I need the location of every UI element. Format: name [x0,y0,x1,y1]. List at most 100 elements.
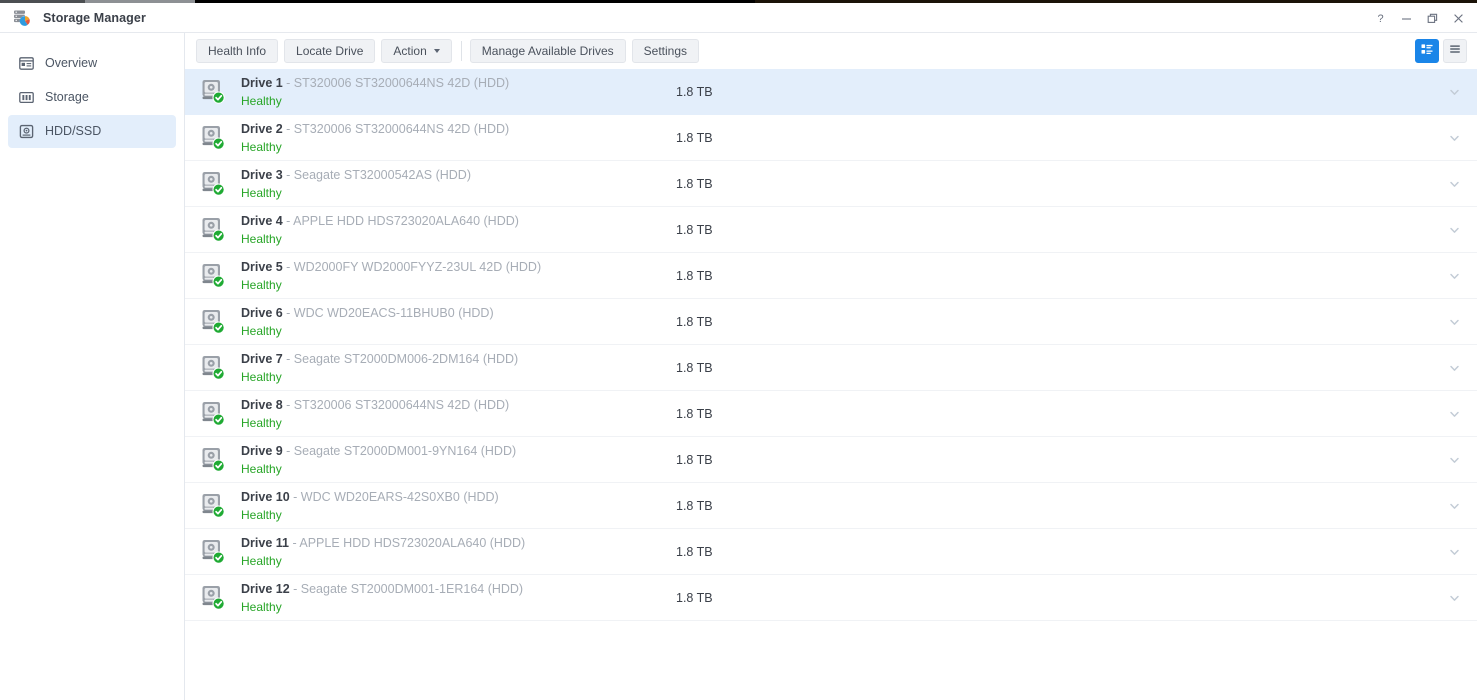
expand-row-chevron-down-icon[interactable] [1448,453,1461,466]
drive-status: Healthy [241,415,282,430]
drive-model: - ST320006 ST32000644NS 42D (HDD) [282,75,510,90]
drive-name: Drive 11 [241,535,289,550]
expand-row-chevron-down-icon[interactable] [1448,85,1461,98]
drive-list: Drive 1 - ST320006 ST32000644NS 42D (HDD… [185,69,1477,700]
expand-row-chevron-down-icon[interactable] [1448,591,1461,604]
expand-row-chevron-down-icon[interactable] [1448,361,1461,374]
view-toggle-group [1411,39,1467,63]
drive-info: Drive 5 - WD2000FY WD2000FYYZ-23UL 42D (… [241,259,676,293]
sidebar: Overview Storage HDD/SSD [0,33,185,700]
toolbar: Health Info Locate Drive Action Manage A… [185,33,1477,69]
drive-size: 1.8 TB [676,544,713,559]
drive-row-2[interactable]: Drive 2 - ST320006 ST32000644NS 42D (HDD… [185,115,1477,161]
expand-row-chevron-down-icon[interactable] [1448,223,1461,236]
close-button[interactable] [1445,5,1471,31]
storage-manager-window: Storage Manager ? Overview Storage HDD/S… [0,0,1477,700]
drive-health-icon [201,446,227,474]
drive-row-10[interactable]: Drive 10 - WDC WD20EARS-42S0XB0 (HDD) He… [185,483,1477,529]
drive-model: - Seagate ST32000542AS (HDD) [282,167,471,182]
drive-row-12[interactable]: Drive 12 - Seagate ST2000DM001-1ER164 (H… [185,575,1477,621]
title-bar: Storage Manager ? [0,3,1477,33]
drive-name: Drive 12 [241,581,290,596]
storage-icon [18,90,34,106]
drive-health-icon [201,400,227,428]
drive-model: - Seagate ST2000DM001-1ER164 (HDD) [289,581,524,596]
drive-name: Drive 7 [241,351,283,366]
drive-size: 1.8 TB [676,130,713,145]
drive-info: Drive 1 - ST320006 ST32000644NS 42D (HDD… [241,75,676,109]
drive-name: Drive 4 [241,213,283,228]
drive-status: Healthy [241,139,282,154]
drive-row-6[interactable]: Drive 6 - WDC WD20EACS-11BHUB0 (HDD) Hea… [185,299,1477,345]
drive-status: Healthy [241,553,282,568]
chevron-down-icon [433,49,440,53]
drive-row-4[interactable]: Drive 4 - APPLE HDD HDS723020ALA640 (HDD… [185,207,1477,253]
drive-info: Drive 3 - Seagate ST32000542AS (HDD) Hea… [241,167,676,201]
expand-row-chevron-down-icon[interactable] [1448,131,1461,144]
expand-row-chevron-down-icon[interactable] [1448,407,1461,420]
drive-status: Healthy [241,231,282,246]
list-view-button[interactable] [1443,39,1467,63]
expand-row-chevron-down-icon[interactable] [1448,315,1461,328]
drive-info: Drive 2 - ST320006 ST32000644NS 42D (HDD… [241,121,676,155]
drive-status: Healthy [241,323,282,338]
drive-size: 1.8 TB [676,590,713,605]
window-body: Overview Storage HDD/SSD Health Info Loc… [0,33,1477,700]
hdd-ssd-icon [18,124,34,140]
drive-title-line: Drive 6 - WDC WD20EACS-11BHUB0 (HDD) [241,305,676,322]
drive-health-icon [201,262,227,290]
list-view-icon [1448,42,1462,61]
drive-title-line: Drive 11 - APPLE HDD HDS723020ALA640 (HD… [241,535,676,552]
expand-row-chevron-down-icon[interactable] [1448,545,1461,558]
drive-health-icon [201,216,227,244]
drive-health-icon [201,538,227,566]
manage-available-drives-button[interactable]: Manage Available Drives [469,39,626,63]
drive-row-1[interactable]: Drive 1 - ST320006 ST32000644NS 42D (HDD… [185,69,1477,115]
drive-model: - ST320006 ST32000644NS 42D (HDD) [282,397,510,412]
action-dropdown-button[interactable]: Action [381,39,452,63]
drive-info: Drive 12 - Seagate ST2000DM001-1ER164 (H… [241,581,676,615]
expand-row-chevron-down-icon[interactable] [1448,499,1461,512]
drive-title-line: Drive 3 - Seagate ST32000542AS (HDD) [241,167,676,184]
drive-title-line: Drive 7 - Seagate ST2000DM006-2DM164 (HD… [241,351,676,368]
drive-model: - Seagate ST2000DM006-2DM164 (HDD) [282,351,519,366]
sidebar-item-storage[interactable]: Storage [8,81,176,114]
drive-row-5[interactable]: Drive 5 - WD2000FY WD2000FYYZ-23UL 42D (… [185,253,1477,299]
drive-title-line: Drive 8 - ST320006 ST32000644NS 42D (HDD… [241,397,676,414]
expand-row-chevron-down-icon[interactable] [1448,177,1461,190]
drive-title-line: Drive 12 - Seagate ST2000DM001-1ER164 (H… [241,581,676,598]
maximize-button[interactable] [1419,5,1445,31]
drive-size: 1.8 TB [676,84,713,99]
drive-size: 1.8 TB [676,452,713,467]
help-button[interactable]: ? [1367,5,1393,31]
settings-button[interactable]: Settings [631,39,699,63]
sidebar-item-overview[interactable]: Overview [8,47,176,80]
drive-size: 1.8 TB [676,498,713,513]
sidebar-item-hdd-ssd[interactable]: HDD/SSD [8,115,176,148]
window-title: Storage Manager [43,10,146,25]
drive-row-9[interactable]: Drive 9 - Seagate ST2000DM001-9YN164 (HD… [185,437,1477,483]
minimize-button[interactable] [1393,5,1419,31]
drive-name: Drive 3 [241,167,283,182]
drive-size: 1.8 TB [676,360,713,375]
drive-row-7[interactable]: Drive 7 - Seagate ST2000DM006-2DM164 (HD… [185,345,1477,391]
drive-row-11[interactable]: Drive 11 - APPLE HDD HDS723020ALA640 (HD… [185,529,1477,575]
detail-view-button[interactable] [1415,39,1439,63]
sidebar-item-label: HDD/SSD [45,124,102,139]
window-controls: ? [1367,3,1471,33]
drive-title-line: Drive 5 - WD2000FY WD2000FYYZ-23UL 42D (… [241,259,676,276]
drive-health-icon [201,354,227,382]
drive-status: Healthy [241,185,282,200]
drive-status: Healthy [241,461,282,476]
drive-name: Drive 8 [241,397,283,412]
drive-info: Drive 10 - WDC WD20EARS-42S0XB0 (HDD) He… [241,489,676,523]
locate-drive-button[interactable]: Locate Drive [284,39,376,63]
expand-row-chevron-down-icon[interactable] [1448,269,1461,282]
drive-title-line: Drive 1 - ST320006 ST32000644NS 42D (HDD… [241,75,676,92]
drive-row-8[interactable]: Drive 8 - ST320006 ST32000644NS 42D (HDD… [185,391,1477,437]
health-info-button[interactable]: Health Info [196,39,279,63]
drive-status: Healthy [241,277,282,292]
drive-name: Drive 10 [241,489,290,504]
drive-row-3[interactable]: Drive 3 - Seagate ST32000542AS (HDD) Hea… [185,161,1477,207]
drive-status: Healthy [241,599,282,614]
